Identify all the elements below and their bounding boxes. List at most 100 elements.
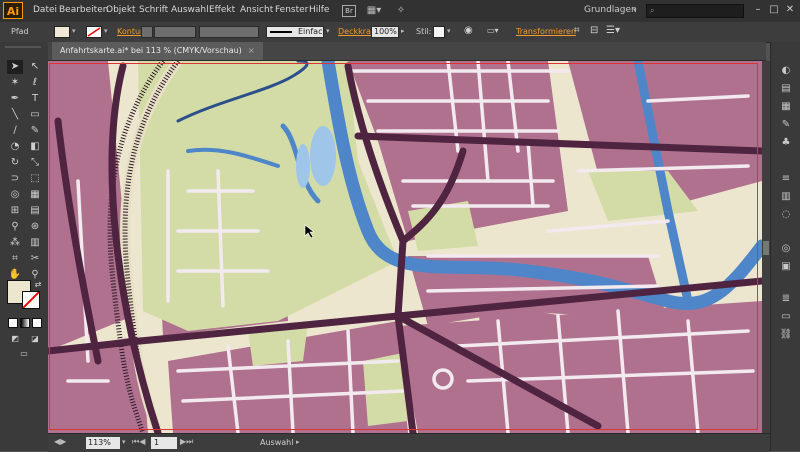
perspective-icon[interactable]: ▦ xyxy=(27,188,43,202)
symbols-icon[interactable]: ♣ xyxy=(779,136,793,150)
appearance-icon[interactable]: ◎ xyxy=(779,242,793,256)
workspace-switcher[interactable]: Grundlagen xyxy=(584,5,637,15)
recolor-icon[interactable]: ◉ xyxy=(464,25,473,36)
first-artboard-icon[interactable]: ⏮◀ xyxy=(132,437,145,447)
map-artwork[interactable] xyxy=(48,61,762,433)
menu-fenster[interactable]: Fenster xyxy=(275,5,308,15)
rotate-icon[interactable]: ↻ xyxy=(7,156,23,170)
gradient-panel-icon[interactable]: ▥ xyxy=(779,190,793,204)
menu-datei[interactable]: Datei xyxy=(33,5,57,15)
transparency-icon[interactable]: ◌ xyxy=(779,208,793,222)
fill-swatch[interactable] xyxy=(54,26,70,38)
brush-definition-select[interactable]: Einfach xyxy=(266,26,328,38)
vertical-scrollbar[interactable] xyxy=(762,61,770,433)
line-icon[interactable]: ╲ xyxy=(7,108,23,122)
eyedropper-icon[interactable]: ⚲ xyxy=(7,220,23,234)
isolate-icon[interactable]: ⌗ xyxy=(574,25,580,36)
opacity-input[interactable]: 100% xyxy=(371,26,399,38)
canvas-area[interactable] xyxy=(48,61,762,433)
draw-behind-icon[interactable]: ◪ xyxy=(27,332,43,346)
artboard-nav-icon[interactable]: ◀▶ xyxy=(54,437,66,446)
zoom-dropdown-icon[interactable]: ▾ xyxy=(122,438,126,446)
free-transform-icon[interactable]: ⬚ xyxy=(27,172,43,186)
stroke-color-swatch[interactable] xyxy=(22,291,40,309)
selection-icon[interactable]: ➤ xyxy=(7,60,23,74)
align-icon[interactable]: ▭▾ xyxy=(487,26,499,35)
gpu-icon[interactable]: ✧ xyxy=(393,5,409,17)
graphic-style-swatch[interactable] xyxy=(433,26,445,38)
bridge-button[interactable]: Br xyxy=(342,5,356,17)
lasso-icon[interactable]: ℓ xyxy=(27,76,43,90)
color-guide-icon[interactable]: ▤ xyxy=(779,82,793,96)
color-mode-icon[interactable] xyxy=(8,318,18,328)
scrollbar-thumb[interactable] xyxy=(763,241,769,255)
brush-dropdown-icon[interactable]: ▾ xyxy=(326,27,330,35)
stroke-icon[interactable]: ≡ xyxy=(779,172,793,186)
menu-objekt[interactable]: Objekt xyxy=(106,5,136,15)
stroke-swatch[interactable] xyxy=(86,26,102,38)
style-dropdown-icon[interactable]: ▾ xyxy=(447,27,451,35)
pen-icon[interactable]: ✒ xyxy=(7,92,23,106)
mesh-icon[interactable]: ⊞ xyxy=(7,204,23,218)
blob-brush-icon[interactable]: ◔ xyxy=(7,140,23,154)
scale-icon[interactable]: ⤡ xyxy=(27,156,43,170)
maximize-button[interactable]: □ xyxy=(767,3,781,17)
menu-bearbeiten[interactable]: Bearbeiten xyxy=(59,5,108,15)
edit-icon[interactable]: ⊟ xyxy=(590,25,598,36)
direct-selection-icon[interactable]: ↖ xyxy=(27,60,43,74)
none-mode-icon[interactable] xyxy=(32,318,42,328)
width-icon[interactable]: ⊃ xyxy=(7,172,23,186)
arrange-documents-icon[interactable]: ▦▾ xyxy=(366,5,382,17)
transform-label[interactable]: Transformieren xyxy=(516,27,576,36)
eraser-icon[interactable]: ◧ xyxy=(27,140,43,154)
menu-schrift[interactable]: Schrift xyxy=(139,5,168,15)
menu-hilfe[interactable]: Hilfe xyxy=(309,5,329,15)
gradient-mode-icon[interactable] xyxy=(20,318,30,328)
stroke-weight-input[interactable] xyxy=(154,26,196,38)
artboard-number-input[interactable]: 1 xyxy=(151,437,177,449)
type-icon[interactable]: T xyxy=(27,92,43,106)
draw-normal-icon[interactable]: ◩ xyxy=(7,332,23,346)
fill-dropdown-icon[interactable]: ▾ xyxy=(72,27,76,35)
current-tool-status: Auswahl xyxy=(260,438,294,447)
graphic-styles-icon[interactable]: ▣ xyxy=(779,260,793,274)
stroke-dropdown-icon[interactable]: ▾ xyxy=(104,27,108,35)
panel-menu-icon[interactable]: ☰▾ xyxy=(606,25,620,36)
brush-icon[interactable]: ∕ xyxy=(7,124,23,138)
gradient-icon[interactable]: ▤ xyxy=(27,204,43,218)
close-tab-icon[interactable]: × xyxy=(248,46,255,55)
magic-wand-icon[interactable]: ✶ xyxy=(7,76,23,90)
rectangle-icon[interactable]: ▭ xyxy=(27,108,43,122)
artboard-icon[interactable]: ⌗ xyxy=(7,252,23,266)
symbol-sprayer-icon[interactable]: ⁂ xyxy=(7,236,23,250)
variable-width-profile[interactable] xyxy=(199,26,259,38)
document-tab-bar: Anfahrtskarte.ai* bei 113 % (CMYK/Vorsch… xyxy=(48,42,766,61)
screen-mode-icon[interactable]: ▭ xyxy=(16,347,32,361)
tools-panel-grip[interactable] xyxy=(5,46,41,48)
menu-auswahl[interactable]: Auswahl xyxy=(171,5,209,15)
graph-icon[interactable]: ▥ xyxy=(27,236,43,250)
status-dropdown-icon[interactable]: ▸ xyxy=(296,438,300,446)
zoom-input[interactable]: 113% xyxy=(86,437,120,449)
swatches-icon[interactable]: ▦ xyxy=(779,100,793,114)
workspace-dropdown-icon[interactable]: ▾ xyxy=(633,6,637,14)
artboards-icon[interactable]: ▭ xyxy=(779,310,793,324)
layers-icon[interactable]: ≣ xyxy=(779,292,793,306)
document-tab[interactable]: Anfahrtskarte.ai* bei 113 % (CMYK/Vorsch… xyxy=(52,42,263,60)
stroke-weight-stepper[interactable] xyxy=(141,26,153,38)
slice-icon[interactable]: ✂ xyxy=(27,252,43,266)
brushes-icon[interactable]: ✎ xyxy=(779,118,793,132)
menu-effekt[interactable]: Effekt xyxy=(209,5,235,15)
swap-colors-icon[interactable]: ⇄ xyxy=(30,278,46,292)
shape-builder-icon[interactable]: ◎ xyxy=(7,188,23,202)
links-icon[interactable]: ⛓ xyxy=(779,328,793,342)
minimize-button[interactable]: – xyxy=(751,3,765,17)
opacity-dropdown-icon[interactable]: ▸ xyxy=(401,27,405,35)
pencil-icon[interactable]: ✎ xyxy=(27,124,43,138)
next-artboard-icon[interactable]: ▶⏭ xyxy=(180,437,193,447)
menu-ansicht[interactable]: Ansicht xyxy=(240,5,273,15)
close-button[interactable]: ✕ xyxy=(783,3,797,17)
help-search-input[interactable]: ⌕ xyxy=(646,4,744,18)
blend-icon[interactable]: ⊛ xyxy=(27,220,43,234)
color-icon[interactable]: ◐ xyxy=(779,64,793,78)
